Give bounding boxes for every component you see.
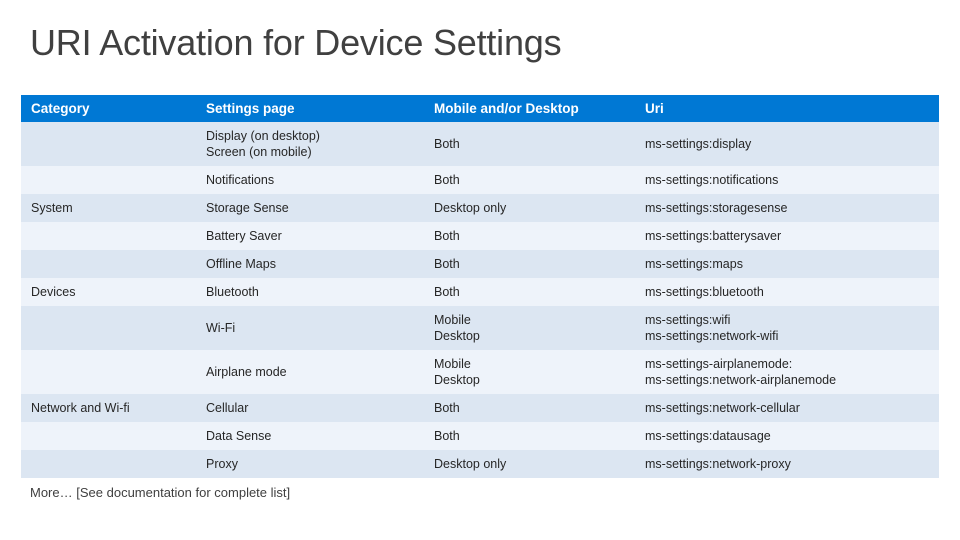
- cell-platform: Mobile Desktop: [424, 306, 635, 350]
- cell-platform: Both: [424, 278, 635, 306]
- cell-platform: Both: [424, 422, 635, 450]
- cell-category: [21, 450, 196, 478]
- table-row: Proxy Desktop only ms-settings:network-pro…: [21, 450, 939, 478]
- cell-uri: ms-settings:display: [635, 122, 939, 166]
- cell-platform: Mobile Desktop: [424, 350, 635, 394]
- cell-platform: Both: [424, 166, 635, 194]
- cell-category: [21, 350, 196, 394]
- cell-settings-page: Notifications: [196, 166, 424, 194]
- table-row: Airplane mode Mobile Desktop ms-settings-ai…: [21, 350, 939, 394]
- cell-platform: Desktop only: [424, 194, 635, 222]
- cell-category: [21, 422, 196, 450]
- cell-settings-page: Display (on desktop) Screen (on mobile): [196, 122, 424, 166]
- cell-category: [21, 166, 196, 194]
- cell-category: Devices: [21, 278, 196, 306]
- cell-settings-page: Offline Maps: [196, 250, 424, 278]
- cell-platform: Both: [424, 222, 635, 250]
- cell-uri: ms-settings:notifications: [635, 166, 939, 194]
- footer-note: More… [See documentation for complete li…: [30, 485, 290, 500]
- cell-uri: ms-settings:datausage: [635, 422, 939, 450]
- uri-activation-table: Category Settings page Mobile and/or Des…: [21, 95, 939, 478]
- cell-uri: ms-settings:network-proxy: [635, 450, 939, 478]
- cell-settings-page: Cellular: [196, 394, 424, 422]
- cell-platform: Both: [424, 250, 635, 278]
- cell-category: Network and Wi-fi: [21, 394, 196, 422]
- cell-platform: Both: [424, 122, 635, 166]
- cell-uri: ms-settings-airplanemode: ms-settings:net…: [635, 350, 939, 394]
- cell-category: System: [21, 194, 196, 222]
- cell-settings-page: Wi-Fi: [196, 306, 424, 350]
- cell-platform: Both: [424, 394, 635, 422]
- table-row: Devices Bluetooth Both ms-settings:bluetoot…: [21, 278, 939, 306]
- table-row: System Storage Sense Desktop only ms-settin…: [21, 194, 939, 222]
- column-header-settings-page: Settings page: [196, 95, 424, 122]
- table-row: Offline Maps Both ms-settings:maps: [21, 250, 939, 278]
- column-header-uri: Uri: [635, 95, 939, 122]
- cell-settings-page: Proxy: [196, 450, 424, 478]
- table-row: Network and Wi-fi Cellular Both ms-settings…: [21, 394, 939, 422]
- cell-settings-page: Airplane mode: [196, 350, 424, 394]
- cell-platform: Desktop only: [424, 450, 635, 478]
- cell-uri: ms-settings:wifi ms-settings:network-wifi: [635, 306, 939, 350]
- cell-uri: ms-settings:storagesense: [635, 194, 939, 222]
- table-row: Battery Saver Both ms-settings:batterysave…: [21, 222, 939, 250]
- column-header-category: Category: [21, 95, 196, 122]
- cell-uri: ms-settings:maps: [635, 250, 939, 278]
- slide-canvas: URI Activation for Device Settings Categ…: [0, 0, 960, 540]
- cell-category: [21, 222, 196, 250]
- cell-uri: ms-settings:network-cellular: [635, 394, 939, 422]
- footer-more-label: More…: [30, 485, 73, 500]
- table-row: Wi-Fi Mobile Desktop ms-settings:wifi ms-set…: [21, 306, 939, 350]
- cell-settings-page: Bluetooth: [196, 278, 424, 306]
- table-body: Display (on desktop) Screen (on mobile) Bo…: [21, 122, 939, 478]
- table: Category Settings page Mobile and/or Des…: [21, 95, 939, 478]
- cell-settings-page: Storage Sense: [196, 194, 424, 222]
- cell-category: [21, 250, 196, 278]
- table-row: Data Sense Both ms-settings:datausage: [21, 422, 939, 450]
- table-header-row: Category Settings page Mobile and/or Des…: [21, 95, 939, 122]
- column-header-platform: Mobile and/or Desktop: [424, 95, 635, 122]
- table-row: Display (on desktop) Screen (on mobile) Bo…: [21, 122, 939, 166]
- cell-category: [21, 306, 196, 350]
- table-row: Notifications Both ms-settings:notificatio…: [21, 166, 939, 194]
- cell-settings-page: Battery Saver: [196, 222, 424, 250]
- cell-uri: ms-settings:bluetooth: [635, 278, 939, 306]
- cell-settings-page: Data Sense: [196, 422, 424, 450]
- cell-category: [21, 122, 196, 166]
- footer-doc-reference: [See documentation for complete list]: [76, 485, 291, 500]
- page-title: URI Activation for Device Settings: [30, 22, 562, 63]
- cell-uri: ms-settings:batterysaver: [635, 222, 939, 250]
